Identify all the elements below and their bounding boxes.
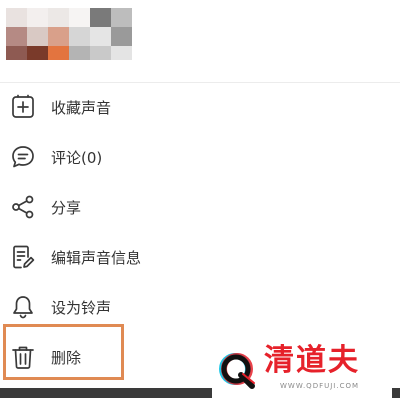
menu-item-share[interactable]: 分享 (0, 183, 400, 233)
watermark-brand: 清道夫 (264, 343, 360, 378)
menu-item-label: 设为铃声 (51, 299, 112, 317)
watermark: 清道夫 WWW.QDFUJI.COM (212, 340, 392, 398)
menu-item-label: 分享 (51, 199, 82, 217)
menu-item-edit-info[interactable]: 编辑声音信息 (0, 233, 400, 283)
bell-icon (10, 294, 36, 320)
edit-document-icon (10, 244, 36, 270)
action-menu: 收藏声音 评论(0) 分享 编辑声音信息 设为铃声 删除 (0, 83, 400, 383)
menu-item-label: 删除 (51, 349, 82, 367)
comment-icon (10, 144, 36, 170)
trash-icon (10, 344, 36, 370)
q-logo-icon (216, 350, 258, 390)
content-header (0, 0, 400, 82)
share-icon (10, 194, 36, 220)
menu-item-label: 编辑声音信息 (51, 249, 142, 267)
menu-item-comment[interactable]: 评论(0) (0, 133, 400, 183)
add-square-icon (10, 94, 36, 120)
menu-item-favorite[interactable]: 收藏声音 (0, 83, 400, 133)
menu-item-label: 评论(0) (51, 149, 103, 167)
blurred-content-thumbnail (6, 8, 132, 60)
menu-item-label: 收藏声音 (51, 99, 112, 117)
watermark-url: WWW.QDFUJI.COM (280, 382, 360, 390)
menu-item-set-ringtone[interactable]: 设为铃声 (0, 283, 400, 333)
